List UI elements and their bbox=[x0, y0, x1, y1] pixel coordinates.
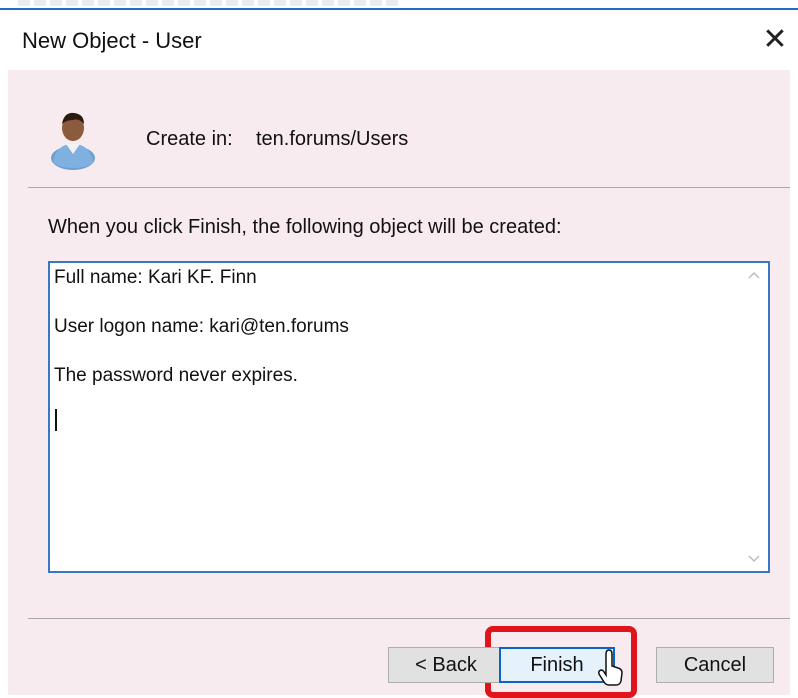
scroll-up-button[interactable] bbox=[740, 263, 768, 287]
title-bar[interactable]: New Object - User ✕ bbox=[0, 10, 798, 70]
dialog-body: Create in: ten.forums/Users When you cli… bbox=[8, 70, 790, 698]
footer-divider bbox=[28, 618, 790, 619]
cancel-button[interactable]: Cancel bbox=[656, 647, 774, 683]
mouse-pointer-icon bbox=[598, 649, 623, 686]
close-icon: ✕ bbox=[762, 22, 788, 56]
chevron-down-icon bbox=[748, 555, 760, 563]
create-in-path: ten.forums/Users bbox=[256, 128, 409, 150]
background-window-title bbox=[18, 0, 398, 6]
window-title: New Object - User bbox=[22, 28, 202, 53]
text-caret bbox=[55, 409, 57, 431]
header-divider bbox=[28, 187, 790, 188]
close-button[interactable]: ✕ bbox=[752, 16, 798, 62]
intro-text: When you click Finish, the following obj… bbox=[48, 216, 562, 238]
chevron-up-icon bbox=[748, 271, 760, 279]
scroll-down-button[interactable] bbox=[740, 547, 768, 571]
background-window-strip bbox=[0, 0, 798, 10]
back-button[interactable]: < Back bbox=[388, 647, 504, 683]
summary-textbox[interactable]: Full name: Kari KF. Finn User logon name… bbox=[48, 261, 770, 573]
user-icon bbox=[51, 112, 95, 170]
summary-line: Full name: Kari KF. Finn bbox=[54, 267, 257, 288]
vertical-scrollbar[interactable] bbox=[740, 263, 768, 571]
create-in-label: Create in: bbox=[146, 128, 233, 150]
summary-line: User logon name: kari@ten.forums bbox=[54, 316, 349, 337]
summary-line: The password never expires. bbox=[54, 365, 298, 386]
